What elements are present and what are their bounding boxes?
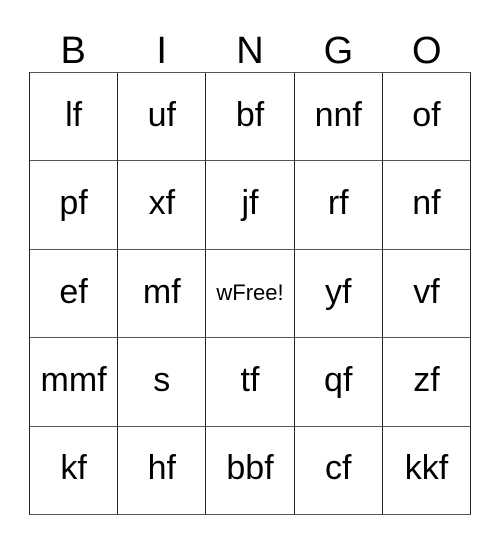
bingo-cell-label: ef: [59, 272, 88, 311]
bingo-cell-label: vf: [413, 272, 440, 311]
bingo-row-4: mmf s tf qf zf: [30, 338, 472, 427]
bingo-cell-o1[interactable]: of: [382, 73, 472, 162]
bingo-cell-label: lf: [65, 95, 83, 134]
bingo-cell-label: of: [412, 95, 441, 134]
bingo-cell-label: kkf: [404, 449, 449, 488]
bingo-cell-o2[interactable]: nf: [382, 161, 472, 250]
bingo-cell-g5[interactable]: cf: [294, 426, 383, 516]
bingo-row-1: lf uf bf nnf of: [30, 73, 472, 162]
bingo-cell-label: qf: [324, 360, 353, 399]
bingo-cell-i5[interactable]: hf: [118, 426, 207, 516]
bingo-cell-i2[interactable]: xf: [118, 161, 207, 250]
bingo-cell-n4[interactable]: tf: [206, 338, 295, 427]
bingo-cell-n5[interactable]: bbf: [206, 426, 295, 516]
bingo-row-2: pf xf jf rf nf: [30, 161, 472, 250]
bingo-cell-free-space[interactable]: wFree!: [206, 249, 295, 339]
bingo-cell-label: xf: [148, 184, 176, 223]
bingo-header-letter-i: I: [156, 30, 167, 72]
bingo-cell-label: mmf: [40, 360, 107, 399]
bingo-cell-i3[interactable]: mf: [118, 249, 207, 339]
bingo-header-row: B I N G O: [29, 14, 471, 72]
bingo-cell-label: uf: [147, 95, 176, 134]
bingo-cell-label: bf: [235, 95, 265, 134]
bingo-header-letter-b: B: [60, 30, 86, 72]
bingo-cell-o5[interactable]: kkf: [382, 426, 472, 516]
bingo-cell-label: tf: [240, 360, 260, 399]
bingo-card: B I N G O lf uf bf nnf of pf xf jf rf nf…: [0, 0, 500, 544]
bingo-cell-label: zf: [413, 360, 440, 399]
bingo-cell-b5[interactable]: kf: [30, 426, 119, 516]
bingo-row-5: kf hf bbf cf kkf: [30, 426, 472, 516]
bingo-cell-n2[interactable]: jf: [206, 161, 295, 250]
bingo-header-letter-o: O: [412, 30, 442, 72]
bingo-cell-i1[interactable]: uf: [118, 73, 207, 162]
bingo-cell-g4[interactable]: qf: [294, 338, 383, 427]
bingo-cell-label: bbf: [226, 449, 274, 488]
bingo-cell-label: rf: [327, 184, 349, 223]
bingo-cell-label: pf: [59, 184, 88, 223]
bingo-cell-label: cf: [324, 449, 352, 488]
bingo-header-letter-n: N: [236, 30, 264, 72]
bingo-cell-o3[interactable]: vf: [382, 249, 472, 339]
bingo-cell-b1[interactable]: lf: [30, 73, 119, 162]
bingo-cell-label: mf: [142, 272, 181, 311]
bingo-cell-b2[interactable]: pf: [30, 161, 119, 250]
bingo-cell-label: jf: [241, 184, 259, 223]
bingo-cell-label: kf: [60, 449, 87, 488]
bingo-free-space-label: wFree!: [216, 279, 284, 305]
bingo-cell-b4[interactable]: mmf: [30, 338, 119, 427]
bingo-cell-g2[interactable]: rf: [294, 161, 383, 250]
bingo-cell-b3[interactable]: ef: [30, 249, 119, 339]
bingo-cell-o4[interactable]: zf: [382, 338, 472, 427]
bingo-cell-g3[interactable]: yf: [294, 249, 383, 339]
bingo-cell-n1[interactable]: bf: [206, 73, 295, 162]
bingo-cell-i4[interactable]: s: [118, 338, 207, 427]
bingo-cell-label: nf: [412, 184, 441, 223]
bingo-header-letter-g: G: [323, 30, 354, 72]
bingo-cell-label: yf: [324, 272, 352, 311]
bingo-cell-label: nnf: [314, 95, 362, 134]
bingo-cell-label: hf: [147, 449, 176, 488]
bingo-cell-label: s: [153, 360, 171, 399]
bingo-row-3: ef mf wFree! yf vf: [30, 249, 472, 339]
bingo-cell-g1[interactable]: nnf: [294, 73, 383, 162]
bingo-grid: lf uf bf nnf of pf xf jf rf nf ef mf wFr…: [29, 72, 472, 516]
